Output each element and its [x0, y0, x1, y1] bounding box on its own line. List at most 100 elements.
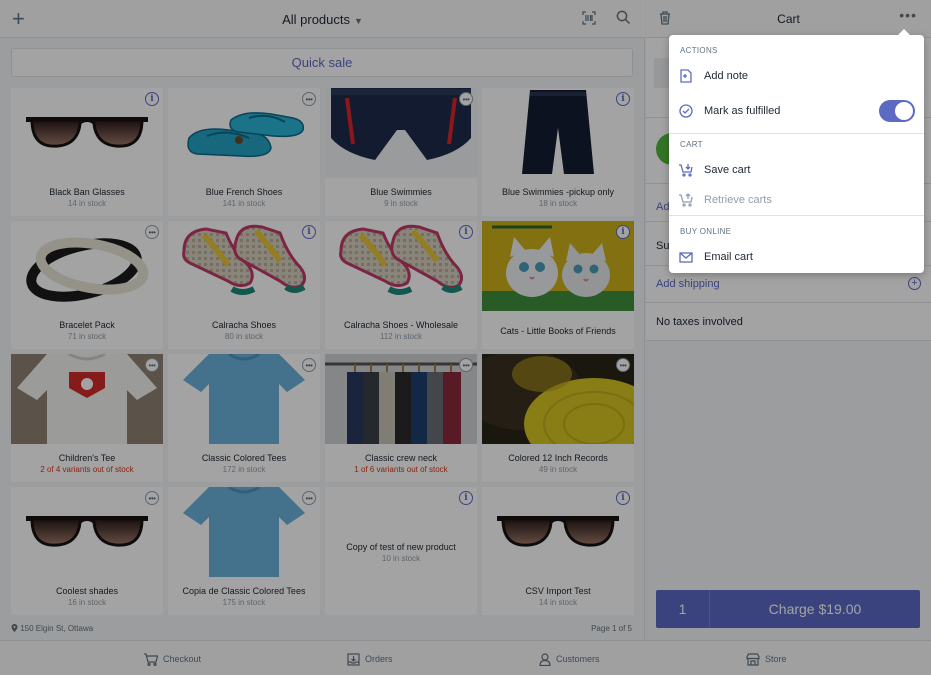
email-cart-item[interactable]: Email cart — [669, 242, 924, 272]
location-text: 150 Elgin St, Ottawa — [20, 624, 94, 633]
info-icon[interactable]: i — [302, 225, 316, 239]
more-options-icon[interactable]: ••• — [145, 358, 159, 372]
quick-sale-button[interactable]: Quick sale — [11, 48, 633, 77]
nav-orders[interactable]: Orders — [347, 650, 393, 668]
plus-circle-icon[interactable]: + — [908, 277, 921, 290]
product-tile[interactable]: ••• Children's Tee 2 of 4 variants out o… — [11, 354, 163, 482]
cart-title: Cart — [777, 12, 800, 26]
product-tile[interactable]: i Copy of test of new product 10 in stoc… — [325, 487, 477, 615]
menu-label: Add note — [704, 70, 749, 82]
info-icon[interactable]: i — [145, 92, 159, 106]
menu-label: Retrieve carts — [704, 194, 772, 206]
fulfilled-toggle[interactable] — [879, 100, 915, 122]
cats-book-image — [482, 221, 634, 311]
nav-label: Checkout — [163, 654, 202, 664]
product-stock: 175 in stock — [222, 598, 266, 607]
product-name: Calracha Shoes - Wholesale — [343, 320, 459, 330]
product-name: Copy of test of new product — [346, 542, 456, 552]
store-location: 150 Elgin St, Ottawa — [11, 624, 93, 633]
barcode-icon[interactable] — [582, 11, 596, 30]
add-shipping-link[interactable]: Add shipping — [656, 278, 720, 290]
woven-shoes-image — [325, 221, 477, 311]
charge-label: Charge $19.00 — [768, 601, 862, 617]
more-options-icon[interactable]: ••• — [302, 358, 316, 372]
product-tile[interactable]: ••• Blue French Shoes 141 in stock — [168, 88, 320, 216]
store-icon — [746, 652, 760, 666]
menu-label: Save cart — [704, 164, 751, 176]
person-icon — [539, 652, 551, 666]
product-tile[interactable]: ••• Classic Colored Tees 172 in stock — [168, 354, 320, 482]
blue-tee-image — [168, 354, 320, 444]
mark-fulfilled-item[interactable]: Mark as fulfilled — [669, 94, 924, 128]
blue-tee-image — [168, 487, 320, 577]
add-note-item[interactable]: Add note — [669, 61, 924, 91]
product-tile[interactable]: i Calracha Shoes 80 in stock — [168, 221, 320, 349]
product-tile[interactable]: ••• Bracelet Pack 71 in stock — [11, 221, 163, 349]
product-stock: 18 in stock — [538, 199, 578, 208]
products-header: + All products ▼ — [0, 0, 645, 38]
cart-actions-menu: ACTIONS Add note Mark as fulfilled CART … — [669, 29, 924, 273]
blue-shoes-image — [168, 88, 320, 178]
product-stock: 80 in stock — [224, 332, 264, 341]
taxes-row: No taxes involved — [646, 303, 931, 341]
collection-selector[interactable]: All products ▼ — [0, 12, 645, 27]
shorts-image — [482, 88, 634, 178]
more-options-icon[interactable]: ••• — [302, 92, 316, 106]
product-tile[interactable]: ••• Coolest shades 16 in stock — [11, 487, 163, 615]
product-stock: 14 in stock — [67, 199, 107, 208]
menu-label: Mark as fulfilled — [704, 105, 781, 117]
section-header-cart: CART — [680, 140, 703, 149]
more-options-icon[interactable]: ••• — [616, 358, 630, 372]
product-name: Black Ban Glasses — [49, 187, 125, 197]
info-icon[interactable]: i — [459, 491, 473, 505]
location-pin-icon — [11, 624, 18, 632]
nav-store[interactable]: Store — [746, 650, 787, 668]
cart-retrieve-icon — [679, 193, 693, 207]
product-name: Coolest shades — [55, 586, 119, 596]
more-options-icon[interactable]: ••• — [459, 92, 473, 106]
more-options-icon[interactable]: ••• — [145, 225, 159, 239]
more-options-icon[interactable]: ••• — [145, 491, 159, 505]
info-icon[interactable]: i — [459, 225, 473, 239]
swim-shorts-image — [325, 88, 477, 178]
info-icon[interactable]: i — [616, 225, 630, 239]
cart-header: Cart ••• — [646, 0, 931, 38]
charge-button[interactable]: 1 Charge $19.00 — [656, 590, 920, 628]
product-name: Blue Swimmies — [370, 187, 432, 197]
info-icon[interactable]: i — [616, 491, 630, 505]
nav-checkout[interactable]: Checkout — [144, 650, 201, 668]
more-options-icon[interactable]: ••• — [899, 7, 917, 23]
product-stock: 9 in stock — [384, 199, 418, 208]
product-name: CSV Import Test — [525, 586, 591, 596]
product-stock: 141 in stock — [222, 199, 266, 208]
search-icon[interactable] — [616, 10, 631, 30]
product-tile[interactable]: ••• Copia de Classic Colored Tees 175 in… — [168, 487, 320, 615]
retrieve-carts-item[interactable]: Retrieve carts — [669, 185, 924, 215]
product-stock: 172 in stock — [222, 465, 266, 474]
product-tile[interactable]: i Cats - Little Books of Friends — [482, 221, 634, 349]
save-cart-item[interactable]: Save cart — [669, 155, 924, 185]
info-icon[interactable]: i — [616, 92, 630, 106]
product-stock-warning: 2 of 4 variants out of stock — [40, 465, 134, 474]
more-options-icon[interactable]: ••• — [302, 491, 316, 505]
product-stock-warning: 1 of 6 variants out of stock — [354, 465, 448, 474]
product-tile[interactable]: i Calracha Shoes - Wholesale 112 in stoc… — [325, 221, 477, 349]
product-tile[interactable]: i Blue Swimmies -pickup only 18 in stock — [482, 88, 634, 216]
product-tile[interactable]: ••• Blue Swimmies 9 in stock — [325, 88, 477, 216]
more-options-icon[interactable]: ••• — [459, 358, 473, 372]
section-header-actions: ACTIONS — [680, 46, 718, 55]
divider — [669, 215, 924, 216]
product-name: Cats - Little Books of Friends — [500, 326, 616, 336]
product-tile[interactable]: i Black Ban Glasses 14 in stock — [11, 88, 163, 216]
records-image — [482, 354, 634, 444]
orders-icon — [347, 652, 360, 666]
product-tile[interactable]: ••• Colored 12 Inch Records 49 in stock — [482, 354, 634, 482]
product-stock: 71 in stock — [67, 332, 107, 341]
product-stock: 16 in stock — [67, 598, 107, 607]
nav-customers[interactable]: Customers — [539, 650, 600, 668]
product-tile[interactable]: ••• Classic crew neck 1 of 6 variants ou… — [325, 354, 477, 482]
product-tile[interactable]: i CSV Import Test 14 in stock — [482, 487, 634, 615]
white-tee-image — [11, 354, 163, 444]
section-header-buy-online: BUY ONLINE — [680, 227, 732, 236]
caret-down-icon: ▼ — [354, 16, 363, 26]
